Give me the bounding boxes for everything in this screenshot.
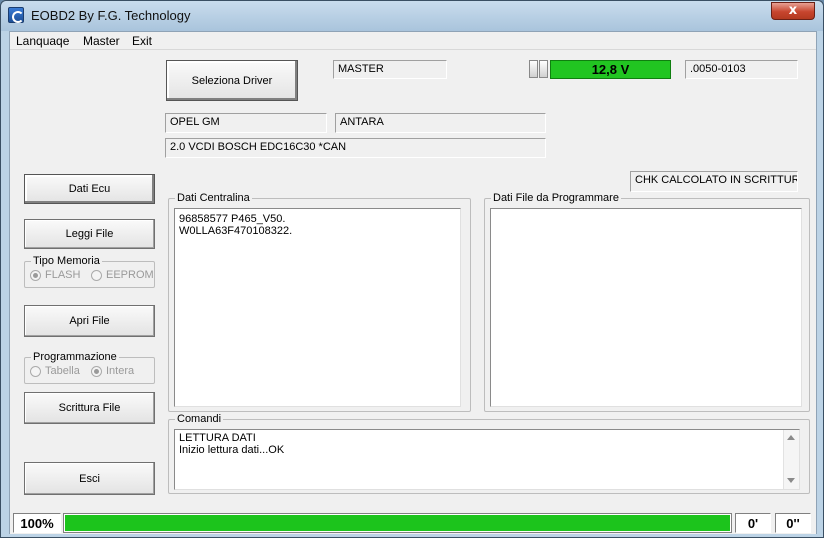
dati-centralina-list[interactable]: 96858577 P465_V50. W0LLA63F470108322.: [174, 208, 461, 407]
chk-status-field: CHK CALCOLATO IN SCRITTURA: [630, 171, 798, 192]
radio-tabella-label: Tabella: [45, 365, 80, 377]
radio-tabella[interactable]: Tabella: [30, 365, 80, 377]
list-item: W0LLA63F470108322.: [179, 225, 293, 237]
timer-seconds: 0'': [775, 513, 811, 533]
voltage-slider-handle-left[interactable]: [529, 60, 538, 78]
programmazione-group: Programmazione Tabella Intera: [24, 351, 155, 384]
list-item: 96858577 P465_V50.: [179, 213, 286, 225]
close-button[interactable]: x: [771, 2, 815, 20]
menu-exit[interactable]: Exit: [132, 34, 152, 48]
scrittura-file-button[interactable]: Scrittura File: [24, 392, 155, 424]
radio-eeprom-label: EEPROM: [106, 269, 154, 281]
client-area: Lanquaqe Master Exit Seleziona Driver MA…: [9, 31, 817, 534]
leggi-file-button[interactable]: Leggi File: [24, 219, 155, 249]
progress-bar: [63, 513, 732, 533]
esci-button[interactable]: Esci: [24, 462, 155, 495]
status-bar: 100% 0' 0'': [10, 510, 816, 534]
dati-centralina-group: Dati Centralina 96858577 P465_V50. W0LLA…: [168, 192, 471, 412]
dati-file-list[interactable]: [490, 208, 802, 407]
voltage-display: 12,8 V: [550, 60, 671, 79]
radio-dot-icon: [91, 269, 102, 281]
dati-centralina-label: Dati Centralina: [175, 192, 252, 204]
menu-bar: Lanquaqe Master Exit: [10, 32, 816, 50]
log-line: LETTURA DATI: [179, 432, 256, 444]
log-line: Inizio lettura dati...OK: [179, 444, 285, 456]
programmazione-label: Programmazione: [31, 351, 119, 363]
menu-language[interactable]: Lanquaqe: [16, 34, 69, 48]
progress-fill: [65, 515, 730, 531]
radio-intera[interactable]: Intera: [91, 365, 134, 377]
main-window: EOBD2 By F.G. Technology x Lanquaqe Mast…: [0, 0, 824, 538]
voltage-slider-handle-right[interactable]: [539, 60, 548, 78]
radio-dot-icon: [91, 365, 102, 377]
dati-ecu-button[interactable]: Dati Ecu: [24, 174, 155, 204]
progress-percent: 100%: [13, 513, 61, 533]
radio-eeprom[interactable]: EEPROM: [91, 269, 154, 281]
comandi-log[interactable]: LETTURA DATI Inizio lettura dati...OK: [174, 429, 800, 490]
timer-minutes: 0': [735, 513, 771, 533]
menu-master[interactable]: Master: [83, 34, 120, 48]
tipo-memoria-group: Tipo Memoria FLASH EEPROM: [24, 255, 155, 288]
version-field: .0050-0103: [685, 60, 798, 79]
app-icon: [8, 7, 24, 23]
dati-file-group: Dati File da Programmare: [484, 192, 810, 412]
radio-dot-icon: [30, 269, 41, 281]
radio-intera-label: Intera: [106, 365, 135, 377]
comandi-label: Comandi: [175, 413, 224, 425]
radio-flash[interactable]: FLASH: [30, 269, 80, 281]
apri-file-button[interactable]: Apri File: [24, 305, 155, 337]
dati-file-label: Dati File da Programmare: [491, 192, 621, 204]
scroll-down-icon[interactable]: [787, 478, 795, 483]
select-driver-button[interactable]: Seleziona Driver: [166, 60, 298, 101]
title-bar[interactable]: EOBD2 By F.G. Technology x: [1, 1, 823, 31]
window-title: EOBD2 By F.G. Technology: [31, 8, 191, 23]
radio-dot-icon: [30, 365, 41, 377]
scroll-up-icon[interactable]: [787, 435, 795, 440]
model-field: ANTARA: [335, 113, 546, 133]
make-field: OPEL GM: [165, 113, 327, 133]
engine-field: 2.0 VCDI BOSCH EDC16C30 *CAN: [165, 138, 546, 158]
radio-flash-label: FLASH: [45, 269, 81, 281]
comandi-scrollbar[interactable]: [783, 430, 799, 489]
tipo-memoria-label: Tipo Memoria: [31, 255, 102, 267]
mode-field: MASTER: [333, 60, 447, 79]
comandi-group: Comandi LETTURA DATI Inizio lettura dati…: [168, 413, 810, 494]
